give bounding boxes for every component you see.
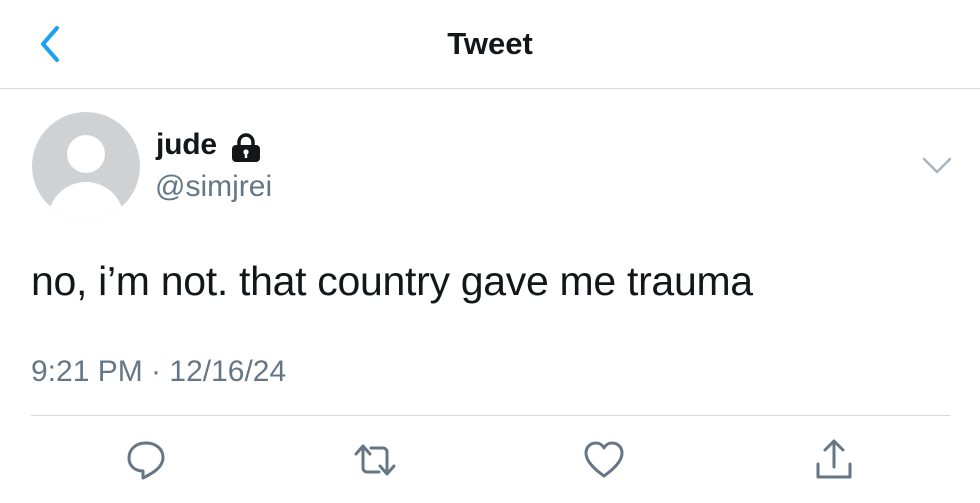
heart-icon — [584, 441, 624, 478]
retweet-button[interactable] — [351, 436, 399, 484]
speech-bubble-icon — [127, 441, 165, 480]
reply-button[interactable] — [122, 436, 170, 484]
chevron-down-icon — [922, 157, 952, 174]
share-button[interactable] — [810, 436, 858, 484]
retweet-icon — [354, 444, 396, 476]
avatar[interactable] — [32, 112, 140, 220]
top-nav-bar: Tweet — [0, 0, 980, 89]
author-handle[interactable]: @simjrei — [155, 170, 272, 204]
tweet-text: no, i’m not. that country gave me trauma — [31, 258, 753, 304]
page-title: Tweet — [447, 26, 533, 61]
author-display-name[interactable]: jude — [156, 128, 217, 162]
divider — [31, 415, 950, 416]
like-button[interactable] — [580, 436, 628, 484]
default-avatar-icon — [48, 135, 124, 220]
lock-icon — [232, 133, 260, 162]
tweet-timestamp: 9:21 PM · 12/16/24 — [31, 355, 287, 388]
tweet-menu-button[interactable] — [920, 152, 954, 178]
share-icon — [816, 439, 852, 479]
